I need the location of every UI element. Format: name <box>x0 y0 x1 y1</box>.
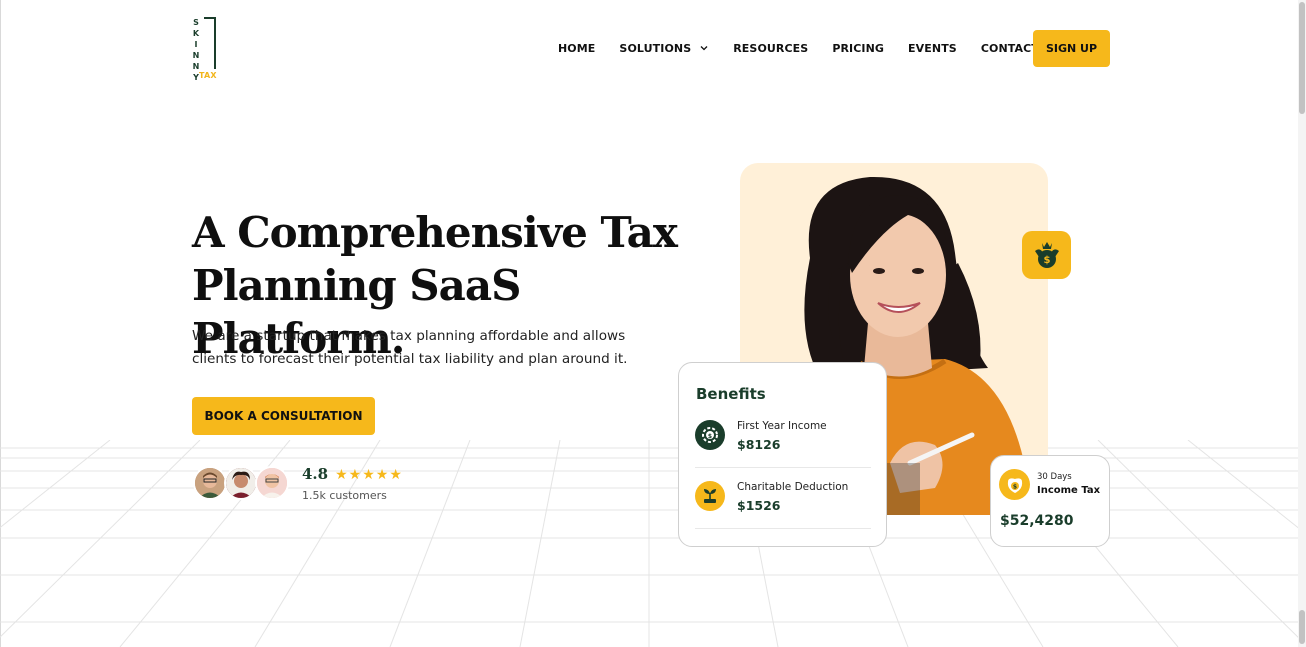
benefit-row: Charitable Deduction $1526 <box>695 479 871 529</box>
income-tax-card: $ 30 Days Income Tax $52,4280 <box>990 455 1110 547</box>
star-icon: ★ <box>335 466 348 482</box>
star-icon: ★ <box>362 466 375 482</box>
logo-rule-vertical <box>214 17 216 69</box>
nav-solutions[interactable]: SOLUTIONS <box>619 42 709 55</box>
money-bag-badge: $ <box>1022 231 1071 279</box>
hero-title-line: A Comprehensive Tax <box>192 208 678 257</box>
logo-letter: S <box>193 18 199 27</box>
logo-letter: K <box>192 29 200 38</box>
tax-label: Income Tax <box>1037 485 1101 496</box>
benefits-card: Benefits $ First Year Income $8126 Chari… <box>678 362 887 547</box>
scrollbar-thumb[interactable] <box>1299 2 1305 114</box>
avatar <box>224 466 258 500</box>
benefit-label: Charitable Deduction <box>737 481 849 493</box>
nav-home[interactable]: HOME <box>558 42 595 55</box>
benefit-value: $1526 <box>737 498 781 513</box>
star-icon: ★ <box>348 466 362 482</box>
nav-events[interactable]: EVENTS <box>908 42 957 55</box>
rating-value: 4.8 <box>302 465 329 483</box>
hero-subtitle-line: clients to forecast their potential tax … <box>192 351 628 367</box>
avatar <box>193 466 227 500</box>
logo-letter: I <box>194 40 198 49</box>
nav-pricing[interactable]: PRICING <box>832 42 884 55</box>
star-icon: ★ <box>389 466 402 482</box>
benefit-row: $ First Year Income $8126 <box>695 418 871 468</box>
book-consultation-button[interactable]: BOOK A CONSULTATION <box>192 397 375 435</box>
svg-text:$: $ <box>708 433 712 440</box>
hero-subtitle-line: We are a startup that makes tax planning… <box>192 328 626 344</box>
svg-text:$: $ <box>1012 483 1016 490</box>
skinny-tax-logo[interactable]: S K I N N Y TAX <box>191 17 221 83</box>
rating-stars: ★ ★ ★ ★ ★ <box>335 467 403 481</box>
hero-subtitle: We are a startup that makes tax planning… <box>192 325 652 371</box>
page-scrollbar[interactable] <box>1298 0 1306 647</box>
chevron-down-icon <box>700 46 708 51</box>
star-icon: ★ <box>375 466 389 482</box>
rating: 4.8 ★ ★ ★ ★ ★ <box>302 465 403 483</box>
nav-solutions-label: SOLUTIONS <box>619 41 692 55</box>
benefit-label: First Year Income <box>737 420 827 432</box>
money-bag-icon: $ <box>1034 242 1059 268</box>
svg-text:$: $ <box>1043 255 1050 266</box>
scrollbar-thumb-lower[interactable] <box>1299 610 1305 644</box>
sign-up-button[interactable]: SIGN UP <box>1033 30 1110 67</box>
customer-avatars <box>193 466 293 500</box>
avatar <box>255 466 289 500</box>
nav-resources[interactable]: RESOURCES <box>733 42 808 55</box>
benefits-title: Benefits <box>696 385 766 403</box>
plant-money-icon <box>695 481 725 511</box>
tax-period: 30 Days <box>1037 472 1072 482</box>
piggy-coin-icon: $ <box>999 469 1030 500</box>
tax-value: $52,4280 <box>1000 513 1074 529</box>
main-nav: HOME SOLUTIONS RESOURCES PRICING EVENTS … <box>558 40 1063 56</box>
income-gear-icon: $ <box>695 420 725 450</box>
nav-contact[interactable]: CONTACT <box>981 42 1039 55</box>
logo-letter: N <box>192 51 200 60</box>
benefit-value: $8126 <box>737 437 781 452</box>
customer-count: 1.5k customers <box>302 489 387 502</box>
logo-suffix: TAX <box>199 71 217 80</box>
